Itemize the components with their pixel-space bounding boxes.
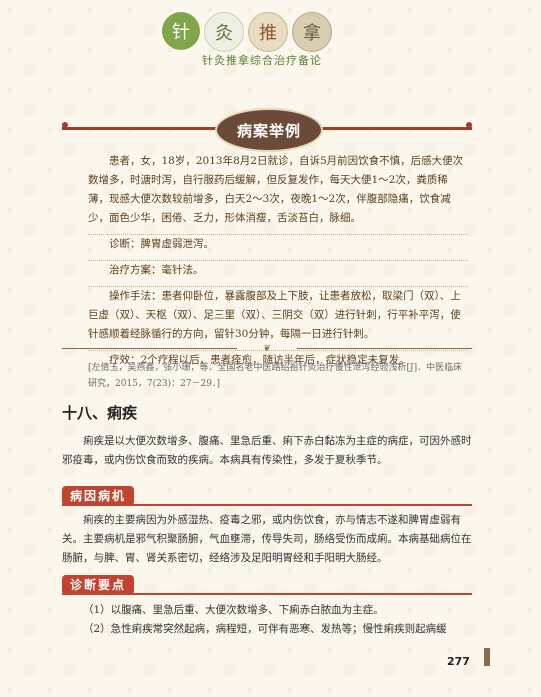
ornament-line-right <box>297 348 472 349</box>
subhead-cause-label: 病因病机 <box>62 486 135 506</box>
subhead-diagnosis-label: 诊断要点 <box>62 575 135 595</box>
case-plan: 治疗方案：毫针法。 <box>88 261 468 287</box>
diagnosis-item-1: （1）以腹痛、里急后重、大便次数增多、下痢赤白脓血为主症。 <box>83 604 384 616</box>
case-history: 患者，女，18岁，2013年8月2日就诊，自诉5月前因饮食不慎，后感大便次数增多… <box>88 152 468 235</box>
ornament-divider: ❦ <box>62 344 472 354</box>
case-heading-badge: 病案举例 <box>215 108 323 152</box>
case-heading: 病案举例 <box>62 108 472 152</box>
case-diagnosis: 诊断：脾胃虚弱泄泻。 <box>88 235 468 261</box>
case-heading-dot-left <box>62 122 68 128</box>
section-intro: 痢疾是以大便次数增多、腹痛、里急后重、痢下赤白黏冻为主症的病症，可因外感时邪疫毒… <box>62 435 472 466</box>
page-number: 277 <box>447 655 470 668</box>
subhead-cause: 病因病机 <box>62 486 472 508</box>
subhead-diagnosis: 诊断要点 <box>62 575 472 597</box>
diagnosis-item-2: （2）急性痢疾常突然起病，病程短，可伴有恶寒、发热等；慢性痢疾则起病缓 <box>83 623 447 635</box>
logo-circle-4: 拿 <box>292 12 332 52</box>
case-body: 患者，女，18岁，2013年8月2日就诊，自诉5月前因饮食不慎，后感大便次数增多… <box>88 152 468 376</box>
page-number-bar <box>484 648 490 666</box>
ornament-icon: ❦ <box>263 344 271 354</box>
header-logo: 针 灸 推 拿 <box>162 12 332 52</box>
logo-circle-2: 灸 <box>204 12 244 52</box>
logo-circle-1: 针 <box>162 12 200 50</box>
diagnosis-list: （1）以腹痛、里急后重、大便次数增多、下痢赤白脓血为主症。 （2）急性痢疾常突然… <box>62 601 472 639</box>
logo-circle-3: 推 <box>248 12 288 52</box>
cause-paragraph: 痢疾的主要病因为外感湿热、疫毒之邪，或内伤饮食，亦与情志不遂和脾胃虚弱有关。主要… <box>62 514 472 564</box>
section-title: 十八、痢疾 <box>62 404 138 422</box>
case-procedure: 操作手法：患者仰卧位，暴露腹部及上下肢，让患者放松，取梁门（双）、上巨虚（双）、… <box>88 287 468 351</box>
case-heading-dot-right <box>466 122 472 128</box>
case-reference: [左倩玉，吴燕鑫，张小珊，等．全国名老中医路绍祖针灸治疗慢性泄泻经验浅析[J]．… <box>88 363 463 389</box>
page-header: 针 灸 推 拿 针灸推拿综合治疗备论 <box>0 0 541 67</box>
ornament-line-left <box>62 348 237 349</box>
running-header-title: 针灸推拿综合治疗备论 <box>202 54 322 67</box>
